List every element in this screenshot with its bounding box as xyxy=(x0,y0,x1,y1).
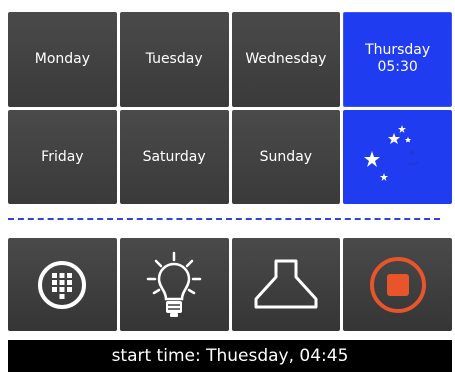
day-friday[interactable]: Friday xyxy=(8,109,117,204)
day-label: Monday xyxy=(34,51,91,68)
stop-icon xyxy=(369,256,426,313)
day-label: Friday xyxy=(41,148,84,165)
range-hood-icon xyxy=(254,259,318,308)
status-bar: start time: Thuesday, 04:45 xyxy=(8,340,452,372)
start-time-text: start time: Thuesday, 04:45 xyxy=(111,346,349,366)
light-button[interactable] xyxy=(119,238,229,331)
day-label: Thursday xyxy=(365,42,431,59)
day-saturday[interactable]: Saturday xyxy=(119,109,229,204)
keypad-button[interactable] xyxy=(8,238,117,331)
night-mode-button[interactable] xyxy=(343,109,452,204)
lightbulb-icon xyxy=(146,251,202,317)
day-time: 05:30 xyxy=(377,59,418,76)
day-sunday[interactable]: Sunday xyxy=(231,109,341,204)
day-monday[interactable]: Monday xyxy=(8,12,117,107)
day-thursday[interactable]: Thursday 05:30 xyxy=(343,12,452,107)
schedule-grid: Monday Tuesday Wednesday Thursday 05:30 … xyxy=(8,12,452,204)
moon-stars-icon xyxy=(363,124,424,185)
keypad-icon xyxy=(38,260,87,309)
hood-button[interactable] xyxy=(231,238,341,331)
section-divider xyxy=(8,218,440,220)
day-tuesday[interactable]: Tuesday xyxy=(119,12,229,107)
day-label: Wednesday xyxy=(245,51,327,68)
day-label: Tuesday xyxy=(145,51,203,68)
day-wednesday[interactable]: Wednesday xyxy=(231,12,341,107)
day-label: Saturday xyxy=(142,148,206,165)
stop-button[interactable] xyxy=(343,238,452,331)
control-toolbar xyxy=(8,238,452,331)
day-label: Sunday xyxy=(259,148,313,165)
